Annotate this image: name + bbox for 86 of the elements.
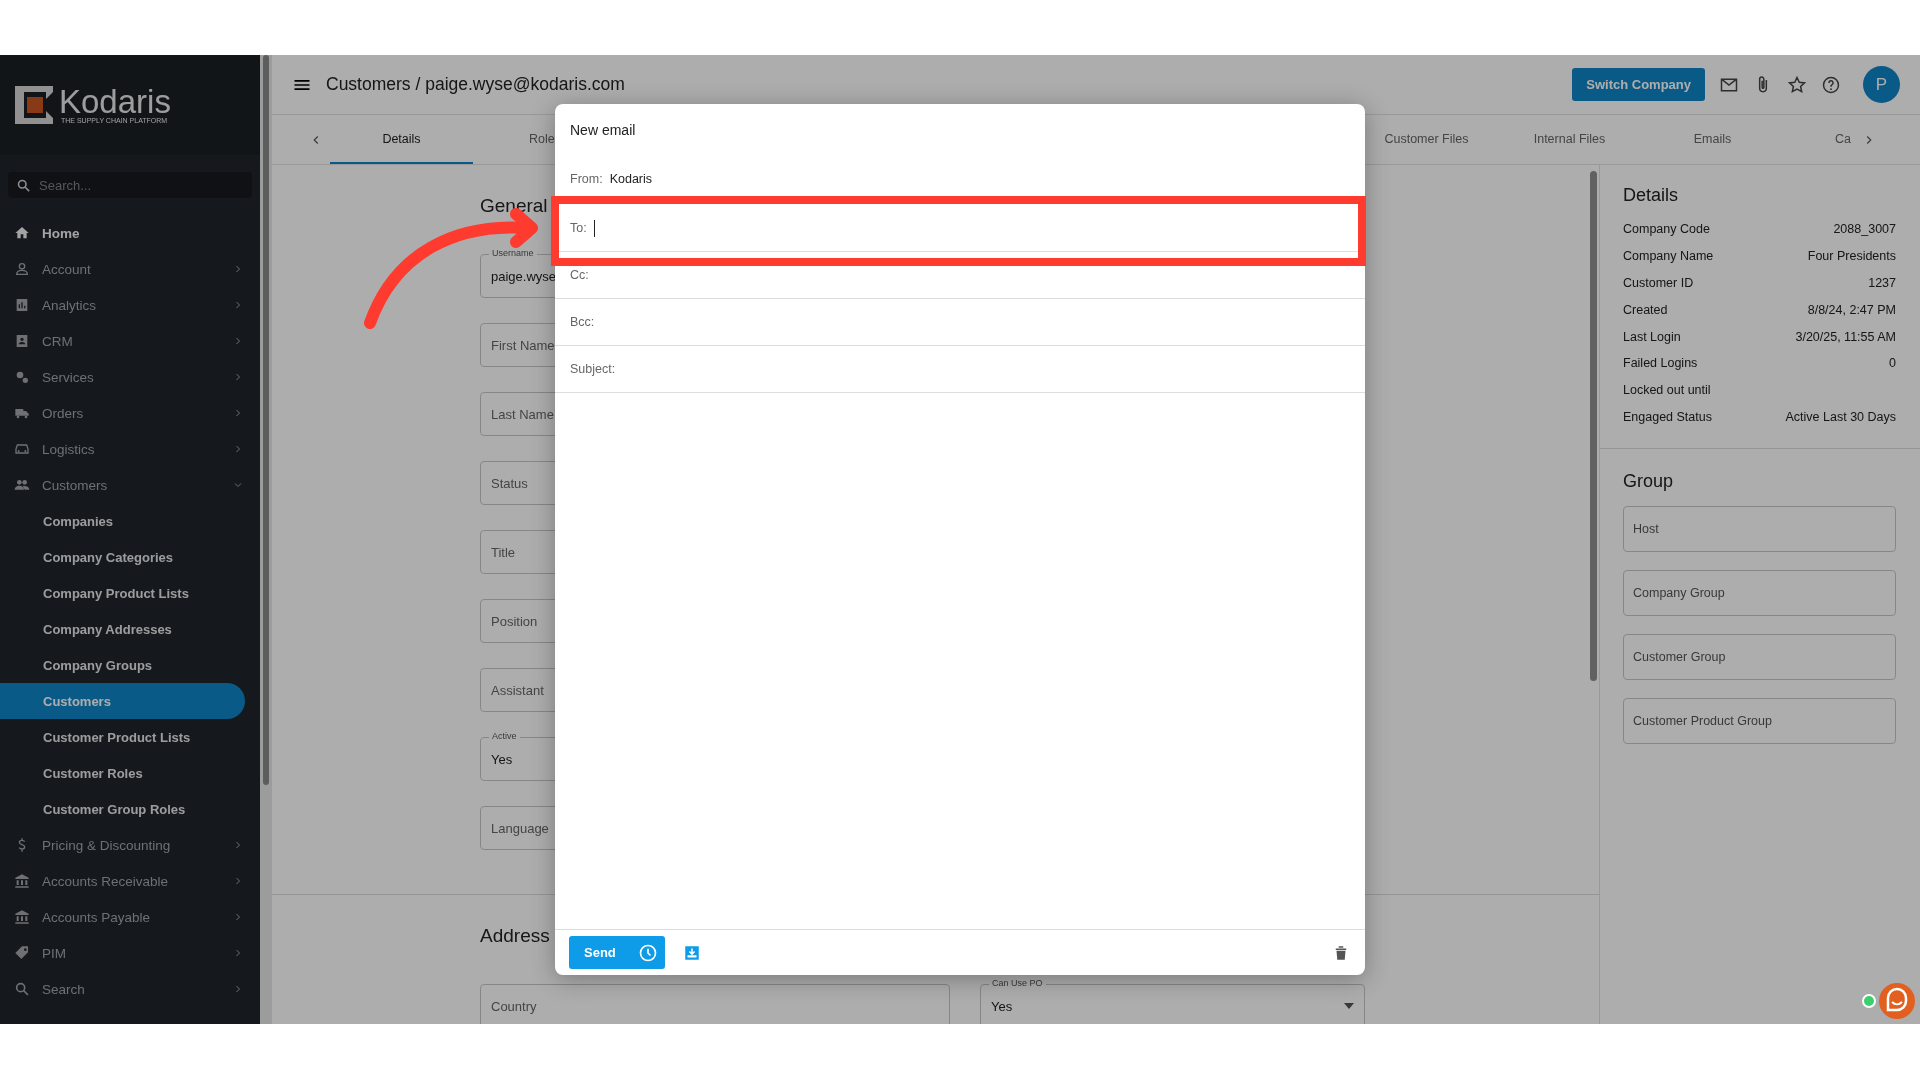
scrollbar-thumb[interactable] (1590, 171, 1597, 681)
tab[interactable]: Role (473, 115, 555, 164)
search-icon (14, 981, 30, 997)
detail-label: Engaged Status (1623, 409, 1712, 424)
section-heading: Address (480, 925, 551, 947)
input-field[interactable]: Company Group (1623, 570, 1896, 617)
bank-icon (14, 909, 30, 925)
detail-value: 8/8/24, 2:47 PM (1807, 302, 1896, 317)
search-icon (16, 178, 31, 193)
logo-icon (15, 86, 53, 124)
car-icon (14, 441, 30, 457)
detail-label: Created (1623, 302, 1668, 317)
star-icon (1787, 74, 1807, 95)
detail-value: 3/20/25, 11:55 AM (1795, 329, 1896, 344)
sidebar-item[interactable]: Services (0, 359, 260, 395)
sidebar-item[interactable]: CRM (0, 323, 260, 359)
person-icon (14, 261, 30, 277)
tab[interactable]: Emails (1641, 115, 1784, 164)
chat-icon (1878, 982, 1916, 1020)
help-icon (1821, 74, 1841, 95)
detail-label: Customer ID (1623, 276, 1694, 290)
chart-icon (14, 297, 30, 313)
home-icon (14, 225, 30, 241)
save-draft-icon (682, 943, 701, 962)
contact-card-icon (14, 333, 30, 349)
input-field[interactable]: Customer Product Group (1623, 698, 1896, 745)
tab[interactable]: Ca (1784, 115, 1855, 164)
tab[interactable]: Customer Files (1355, 115, 1498, 164)
user-avatar[interactable]: P (1863, 66, 1900, 103)
sidebar-item[interactable]: Account (0, 251, 260, 287)
search-field[interactable]: Search... (8, 172, 252, 198)
bank-icon (14, 873, 30, 889)
sidebar-item[interactable]: Pricing & Discounting (0, 827, 260, 863)
sidebar-item[interactable]: Orders (0, 395, 260, 431)
input-field[interactable]: Host (1623, 506, 1896, 553)
page-title: Customers / paige.wyse@kodaris.com (326, 74, 626, 95)
sidebar-item[interactable]: Logistics (0, 431, 260, 467)
field-label: From: (570, 171, 603, 186)
detail-value: 1237 (1868, 276, 1896, 290)
email-field[interactable]: Cc: (555, 252, 1365, 299)
detail-label: Company Code (1623, 222, 1710, 237)
sidebar-subitem[interactable]: Customer Product Lists (0, 719, 245, 755)
sidebar-item[interactable]: Analytics (0, 287, 260, 323)
panel-heading: Details (1623, 185, 1680, 206)
logo-name: Kodaris (59, 86, 171, 117)
detail-label: Company Name (1623, 249, 1714, 264)
caret-icon (1344, 1003, 1354, 1009)
detail-value: 2088_3007 (1833, 222, 1896, 237)
tab[interactable]: Internal Files (1498, 115, 1641, 164)
detail-label: Locked out until (1623, 383, 1711, 398)
detail-label: Failed Logins (1623, 356, 1698, 371)
switch-company-button[interactable]: Switch Company (1572, 68, 1705, 101)
sidebar-item[interactable]: Accounts Payable (0, 899, 260, 935)
sidebar-subitem[interactable]: Customers (0, 683, 245, 719)
dialog-title: New email (569, 121, 637, 140)
sidebar-subitem[interactable]: Customer Roles (0, 755, 245, 791)
sidebar-item[interactable]: Customers (0, 467, 260, 503)
send-button[interactable]: Send (569, 936, 665, 969)
sidebar-subitem[interactable]: Company Categories (0, 539, 245, 575)
online-status-icon (1862, 994, 1876, 1008)
detail-label: Last Login (1623, 329, 1681, 344)
panel-heading: Group (1623, 471, 1675, 493)
email-field[interactable]: To: (555, 205, 1365, 252)
sidebar-subitem[interactable]: Company Groups (0, 647, 245, 683)
sidebar-subitem[interactable]: Companies (0, 503, 245, 539)
sidebar-subitem[interactable]: Customer Group Roles (0, 791, 245, 827)
detail-value: Active Last 30 Days (1785, 409, 1896, 424)
section-heading: General (480, 195, 549, 217)
sidebar-item[interactable]: Search (0, 971, 260, 1007)
input-field[interactable]: Customer Group (1623, 634, 1896, 681)
scrollbar-thumb[interactable] (263, 55, 269, 785)
people-icon (14, 477, 30, 493)
sidebar-item[interactable]: Accounts Receivable (0, 863, 260, 899)
sidebar-subitem[interactable]: Company Product Lists (0, 575, 245, 611)
sidebar-item[interactable]: Home (0, 215, 260, 251)
sidebar-subitem[interactable]: Company Addresses (0, 611, 245, 647)
email-field[interactable]: Subject: (555, 346, 1365, 393)
tab[interactable]: Details (330, 115, 473, 164)
detail-value: 0 (1889, 356, 1896, 371)
clock-icon (637, 942, 658, 963)
input-field[interactable]: Country (480, 984, 950, 1024)
sidebar-item[interactable]: PIM (0, 935, 260, 971)
tag-icon (14, 945, 30, 961)
detail-value: Four Presidents (1807, 249, 1896, 264)
sender-name: Kodaris (609, 171, 653, 186)
email-field[interactable]: Bcc: (555, 299, 1365, 346)
